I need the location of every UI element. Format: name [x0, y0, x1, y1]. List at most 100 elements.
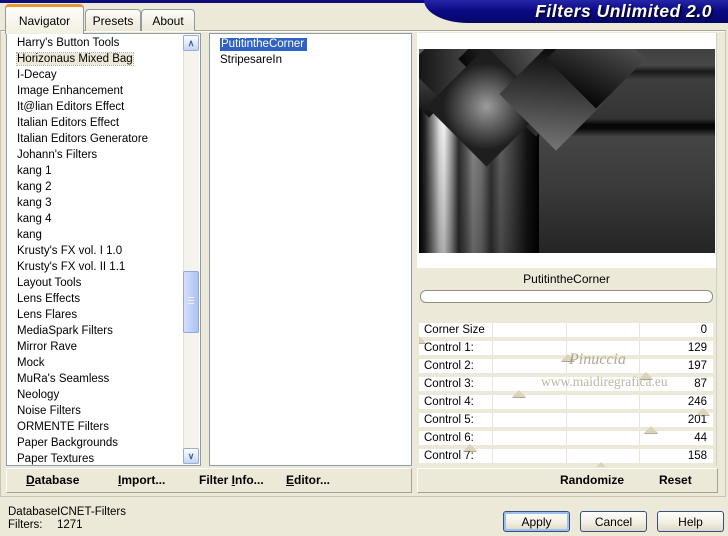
category-item-label: kang 2: [17, 181, 52, 193]
tab-navigator[interactable]: Navigator: [5, 4, 84, 34]
category-item-label: kang 4: [17, 213, 52, 225]
slider-track[interactable]: Control 1: 129: [419, 341, 713, 355]
slider-thumb[interactable]: [512, 390, 527, 397]
slider-thumb[interactable]: [419, 336, 426, 343]
category-item-label: Krusty's FX vol. I 1.0: [17, 245, 123, 257]
category-item[interactable]: Lens Effects: [7, 291, 182, 307]
category-item[interactable]: Krusty's FX vol. II 1.1: [7, 259, 182, 275]
status-filters-label: Filters:: [8, 519, 43, 531]
slider-thumb[interactable]: [462, 444, 477, 451]
status-database-value: ICNET-Filters: [57, 506, 126, 518]
randomize-button[interactable]: Randomize: [560, 473, 624, 487]
parameter-slider-row[interactable]: Control 3: 87: [419, 377, 713, 397]
category-item-label: Horizonaus Mixed Bag: [16, 52, 134, 66]
category-item[interactable]: Mock: [7, 355, 182, 371]
parameter-label: Control 2:: [424, 360, 474, 372]
category-item[interactable]: Harry's Button Tools: [7, 35, 182, 51]
cancel-button[interactable]: Cancel: [580, 511, 647, 532]
slider-track[interactable]: Control 6: 44: [419, 431, 713, 445]
category-item[interactable]: kang 3: [7, 195, 182, 211]
filter-item-label: PutitintheCorner: [220, 38, 308, 51]
category-item-label: Layout Tools: [17, 277, 82, 289]
category-list[interactable]: Harry's Button Tools Horizonaus Mixed Bag…: [6, 33, 201, 466]
category-item-label: Johann's Filters: [17, 149, 98, 161]
parameter-value: 158: [687, 450, 707, 462]
parameter-slider-row[interactable]: Control 6: 44: [419, 431, 713, 451]
category-item[interactable]: Layout Tools: [7, 275, 182, 291]
slider-thumb[interactable]: [560, 354, 575, 361]
category-item[interactable]: Lens Flares: [7, 307, 182, 323]
filter-list[interactable]: PutitintheCorner StripesareIn: [209, 33, 412, 466]
category-item[interactable]: kang 4: [7, 211, 182, 227]
slider-track[interactable]: Control 5: 201: [419, 413, 713, 427]
filter-item[interactable]: StripesareIn: [210, 52, 409, 68]
slider-track[interactable]: Corner Size 0: [419, 323, 713, 337]
category-item[interactable]: Italian Editors Effect: [7, 115, 182, 131]
category-item[interactable]: ORMENTE Filters: [7, 419, 182, 435]
parameter-slider-row[interactable]: Control 1: 129: [419, 341, 713, 361]
parameter-value: 129: [687, 342, 707, 354]
tab-presets[interactable]: Presets: [85, 9, 141, 31]
category-item[interactable]: Mirror Rave: [7, 339, 182, 355]
category-item[interactable]: Noise Filters: [7, 403, 182, 419]
parameter-list: Corner Size 0 Control 1: 129 Control 2: 197 Co…: [419, 323, 713, 467]
category-item-label: Neology: [17, 389, 60, 401]
category-item-label: It@lian Editors Effect: [17, 101, 125, 113]
category-item[interactable]: MuRa's Seamless: [7, 371, 182, 387]
slider-track[interactable]: Control 4: 246: [419, 395, 713, 409]
filter-info-button[interactable]: Filter Info...: [199, 473, 264, 487]
database-button[interactable]: Database: [26, 473, 79, 487]
slider-thumb[interactable]: [639, 372, 654, 379]
scroll-down-button[interactable]: ∨: [183, 448, 199, 464]
category-item[interactable]: kang 1: [7, 163, 182, 179]
slider-thumb[interactable]: [594, 462, 609, 467]
slider-track[interactable]: Control 2: 197: [419, 359, 713, 373]
category-item[interactable]: Paper Textures: [7, 451, 182, 465]
slider-thumb[interactable]: [643, 426, 658, 433]
parameter-slider-row[interactable]: Control 7: 158: [419, 449, 713, 467]
slider-track[interactable]: Control 7: 158: [419, 449, 713, 463]
category-item[interactable]: kang 2: [7, 179, 182, 195]
slider-thumb[interactable]: [695, 408, 710, 415]
category-item-label: I-Decay: [17, 69, 57, 81]
parameter-slider-row[interactable]: Control 2: 197: [419, 359, 713, 379]
category-item[interactable]: Image Enhancement: [7, 83, 182, 99]
category-item-label: Mock: [17, 357, 45, 369]
database-menu-bar: Database Import... Filter Info... Editor…: [6, 468, 412, 493]
filter-item[interactable]: PutitintheCorner: [210, 36, 409, 52]
parameter-slider-row[interactable]: Corner Size 0: [419, 323, 713, 343]
editor-button[interactable]: Editor...: [286, 473, 330, 487]
category-item[interactable]: I-Decay: [7, 67, 182, 83]
category-item[interactable]: Italian Editors Generatore: [7, 131, 182, 147]
slider-track[interactable]: Control 3: 87: [419, 377, 713, 391]
scroll-down-icon: ∨: [187, 450, 195, 461]
parameter-slider-row[interactable]: Control 4: 246: [419, 395, 713, 415]
reset-button[interactable]: Reset: [659, 473, 692, 487]
tab-about-label: About: [152, 13, 184, 28]
category-item[interactable]: kang: [7, 227, 182, 243]
category-item[interactable]: Horizonaus Mixed Bag: [7, 51, 182, 67]
category-item[interactable]: Neology: [7, 387, 182, 403]
category-item[interactable]: It@lian Editors Effect: [7, 99, 182, 115]
scrollbar-thumb[interactable]: [183, 271, 199, 333]
category-item[interactable]: MediaSpark Filters: [7, 323, 182, 339]
apply-button[interactable]: Apply: [503, 511, 570, 532]
panel-right-edge: [716, 33, 718, 466]
category-item-label: Noise Filters: [17, 405, 81, 417]
preview-image[interactable]: [419, 49, 715, 253]
category-item-label: ORMENTE Filters: [17, 421, 109, 433]
tab-about[interactable]: About: [141, 9, 195, 31]
parameter-value: 44: [694, 432, 707, 444]
parameter-value: 201: [687, 414, 707, 426]
filters-unlimited-dialog: { "window": { "title": "Filters Unlimite…: [0, 0, 728, 536]
parameter-slider-row[interactable]: Control 5: 201: [419, 413, 713, 433]
import-button[interactable]: Import...: [118, 473, 165, 487]
status-database-label: Database:: [8, 506, 61, 518]
category-scrollbar[interactable]: ∧ ∨: [183, 35, 199, 464]
category-item[interactable]: Johann's Filters: [7, 147, 182, 163]
category-item[interactable]: Krusty's FX vol. I 1.0: [7, 243, 182, 259]
category-item-label: Italian Editors Effect: [17, 117, 120, 129]
category-item[interactable]: Paper Backgrounds: [7, 435, 182, 451]
scroll-up-button[interactable]: ∧: [183, 35, 199, 51]
help-button[interactable]: Help: [657, 511, 724, 532]
